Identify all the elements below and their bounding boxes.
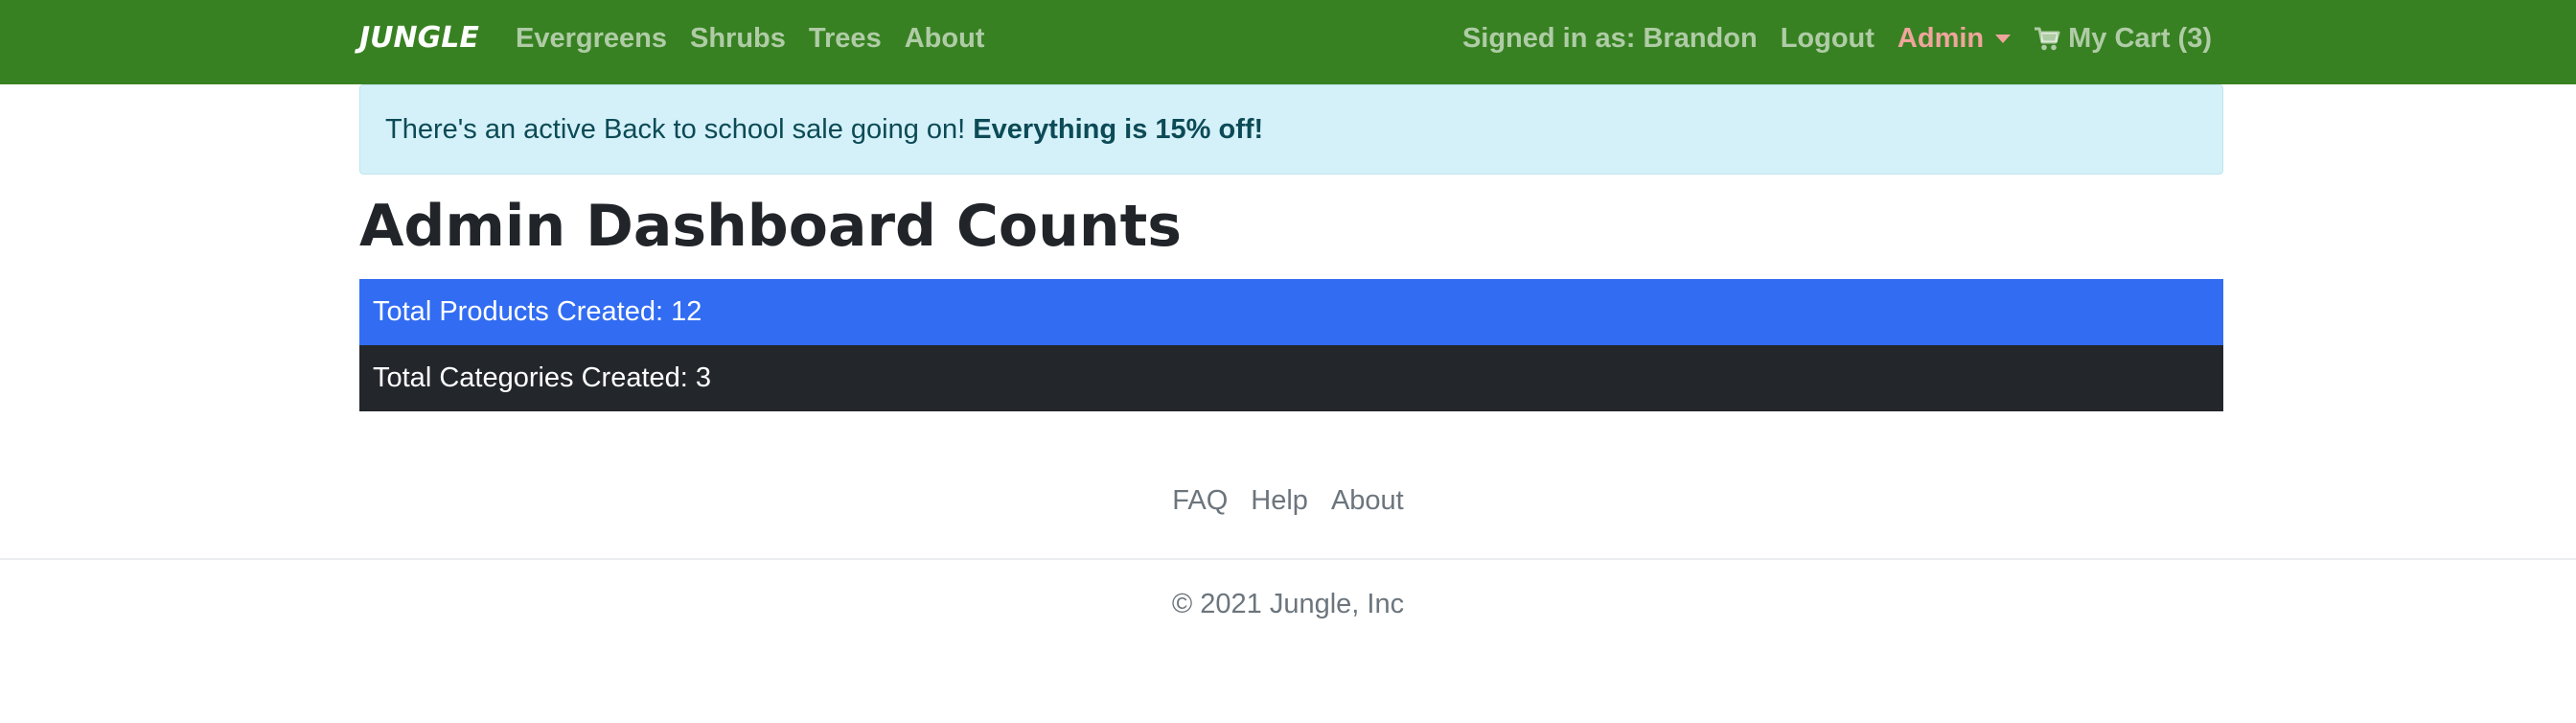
brand-logo[interactable]: JUNGLE [359, 21, 479, 55]
stat-total-products: Total Products Created: 12 [359, 279, 2223, 345]
nav-link-shrubs[interactable]: Shrubs [690, 23, 786, 55]
page-title: Admin Dashboard Counts [359, 193, 1182, 260]
shopping-cart-icon [2035, 27, 2060, 50]
sale-alert: There's an active Back to school sale go… [359, 84, 2223, 175]
user-nav: Signed in as: Brandon Logout Admin My Ca… [1462, 23, 2212, 55]
footer-link-faq[interactable]: FAQ [1172, 485, 1228, 517]
footer-divider [0, 558, 2576, 560]
category-nav: Evergreens Shrubs Trees About [516, 23, 984, 55]
copyright-text: © 2021 Jungle, Inc [1171, 589, 1405, 619]
footer-link-about[interactable]: About [1331, 485, 1404, 517]
admin-label: Admin [1897, 23, 1985, 54]
footer-links: FAQ Help About [0, 485, 2576, 517]
alert-emphasis: Everything is 15% off! [973, 113, 1264, 145]
signed-in-status: Signed in as: Brandon [1461, 23, 1758, 54]
cart-label: My Cart (3) [2068, 23, 2212, 54]
footer-link-help[interactable]: Help [1251, 485, 1308, 517]
admin-dropdown-toggle[interactable]: Admin [1897, 23, 2012, 55]
my-cart-link[interactable]: My Cart (3) [2034, 23, 2212, 55]
alert-text: There's an active Back to school sale go… [385, 113, 966, 145]
top-navbar: JUNGLE Evergreens Shrubs Trees About Sig… [0, 0, 2576, 84]
nav-link-evergreens[interactable]: Evergreens [516, 23, 667, 55]
nav-link-trees[interactable]: Trees [809, 23, 882, 55]
nav-link-about[interactable]: About [905, 23, 985, 55]
logout-link[interactable]: Logout [1781, 23, 1874, 55]
caret-down-icon [1995, 35, 2012, 43]
stat-total-categories: Total Categories Created: 3 [359, 345, 2223, 411]
